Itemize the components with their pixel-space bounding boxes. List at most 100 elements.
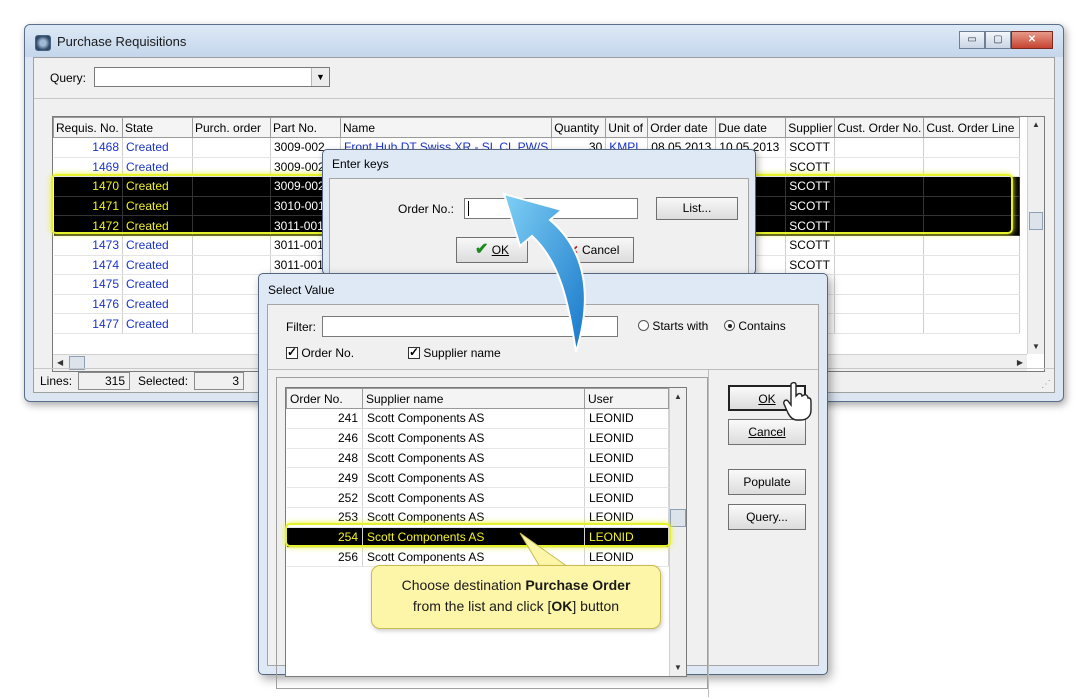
callout-bold: Purchase Order [525, 577, 631, 593]
order-no-label: Order No.: [398, 202, 455, 216]
starts-with-label: Starts with [652, 319, 709, 333]
cell-supplier: Scott Components AS [362, 467, 585, 489]
scroll-right-icon[interactable]: ▶ [1017, 358, 1023, 367]
close-button[interactable]: ✕ [1011, 31, 1053, 49]
column-header[interactable]: Due date [715, 117, 787, 138]
scroll-up-icon[interactable]: ▲ [674, 392, 682, 401]
list-item[interactable]: 254 Scott Components AS LEONID [286, 527, 669, 548]
cell-supplier: SCOTT [785, 137, 836, 158]
scroll-left-icon[interactable]: ◀ [57, 358, 63, 367]
checkmark-icon: ✔ [474, 241, 489, 258]
cancel-button[interactable]: Cancel [728, 419, 806, 445]
cell-supplier: SCOTT [785, 235, 836, 256]
column-header[interactable]: Part No. [270, 117, 341, 138]
contains-label: Contains [738, 319, 786, 333]
resize-grip-icon[interactable]: ⋰ [1041, 379, 1051, 390]
list-item[interactable]: 253 Scott Components AS LEONID [286, 507, 669, 528]
cell-order: 253 [286, 507, 363, 528]
maximize-button[interactable]: ▢ [985, 31, 1011, 49]
order-list[interactable]: Order No. Supplier name User 241 Scott Comp… [285, 387, 687, 677]
query-button[interactable]: Query... [728, 504, 806, 530]
query-combo[interactable]: ▼ [94, 67, 330, 87]
cell-empty [834, 313, 925, 334]
cell-empty [834, 215, 925, 236]
divider [34, 98, 1054, 99]
column-header[interactable]: Supplier name [362, 388, 585, 409]
cell-empty [834, 294, 925, 315]
cell-empty [923, 137, 1021, 158]
cell-po [192, 235, 271, 256]
column-header[interactable]: Purch. order [192, 117, 271, 138]
cell-state: Created [122, 137, 193, 158]
starts-with-radio[interactable]: Starts with [638, 319, 708, 333]
order-no-checkbox[interactable]: Order No. [286, 345, 355, 360]
cell-empty [834, 157, 925, 178]
column-header[interactable]: User [584, 388, 669, 409]
checkbox-checked-icon [408, 345, 420, 359]
minimize-button[interactable]: ▭ [959, 31, 985, 49]
column-header[interactable]: Name [339, 117, 553, 138]
list-item[interactable]: 241 Scott Components AS LEONID [286, 408, 669, 429]
cell-po [192, 176, 271, 197]
column-header[interactable]: Unit of [605, 117, 649, 138]
list-vertical-scrollbar[interactable]: ▲ ▼ [669, 388, 686, 676]
selected-count: 3 [194, 372, 244, 390]
cell-user: LEONID [584, 487, 669, 508]
cell-supplier: SCOTT [785, 176, 836, 197]
cell-empty [923, 176, 1021, 197]
grid-vertical-scrollbar[interactable]: ▲ ▼ [1027, 117, 1044, 354]
cell-state: Created [122, 196, 193, 217]
column-header[interactable]: Supplier [785, 117, 836, 138]
scroll-thumb[interactable] [670, 509, 686, 527]
column-header[interactable]: Order date [647, 117, 717, 138]
list-item[interactable]: 256 Scott Components AS LEONID [286, 547, 669, 568]
scroll-down-icon[interactable]: ▼ [1032, 342, 1040, 351]
supplier-name-checkbox[interactable]: Supplier name [408, 345, 501, 360]
cell-empty [923, 196, 1021, 217]
cell-order: 254 [286, 527, 363, 548]
cancel-label: Cancel [748, 425, 786, 439]
cell-user: LEONID [584, 448, 669, 469]
cell-state: Created [122, 255, 193, 276]
cell-empty [923, 235, 1021, 256]
column-header[interactable]: Cust. Order Line [923, 117, 1021, 138]
list-item[interactable]: 246 Scott Components AS LEONID [286, 428, 669, 449]
cell-po [192, 215, 271, 236]
column-header[interactable]: Requis. No. [53, 117, 123, 138]
list-item[interactable]: 249 Scott Components AS LEONID [286, 467, 669, 489]
dialog-title: Enter keys [332, 157, 389, 171]
cell-empty [923, 294, 1021, 315]
scroll-up-icon[interactable]: ▲ [1032, 120, 1040, 129]
populate-button[interactable]: Populate [728, 469, 806, 495]
cell-state: Created [122, 176, 193, 197]
list-item[interactable]: 248 Scott Components AS LEONID [286, 448, 669, 469]
cell-req: 1473 [53, 235, 123, 256]
dialog-title: Select Value [268, 283, 335, 297]
cell-user: LEONID [584, 428, 669, 449]
cell-supplier: Scott Components AS [362, 448, 585, 469]
column-header[interactable]: Quantity [551, 117, 607, 138]
list-button[interactable]: List... [656, 197, 738, 220]
cell-supplier: SCOTT [785, 215, 836, 236]
cell-state: Created [122, 157, 193, 178]
scroll-down-icon[interactable]: ▼ [674, 663, 682, 672]
cell-supplier: Scott Components AS [362, 428, 585, 449]
cell-supplier: Scott Components AS [362, 408, 585, 429]
column-header[interactable]: Order No. [286, 388, 363, 409]
contains-radio[interactable]: Contains [724, 319, 786, 333]
filter-label: Filter: [286, 320, 316, 334]
chevron-down-icon[interactable]: ▼ [311, 68, 329, 86]
column-header[interactable]: Cust. Order No. [834, 117, 925, 138]
callout-text: ] button [572, 598, 620, 614]
cell-req: 1469 [53, 157, 123, 178]
cell-req: 1474 [53, 255, 123, 276]
column-header[interactable]: State [122, 117, 193, 138]
list-item[interactable]: 252 Scott Components AS LEONID [286, 487, 669, 508]
order-no-checkbox-label: Order No. [301, 346, 355, 360]
cell-req: 1471 [53, 196, 123, 217]
radio-checked-icon [724, 320, 735, 331]
cell-supplier: SCOTT [785, 255, 836, 276]
scroll-thumb[interactable] [1029, 212, 1043, 230]
lines-count: 315 [78, 372, 130, 390]
cell-user: LEONID [584, 408, 669, 429]
